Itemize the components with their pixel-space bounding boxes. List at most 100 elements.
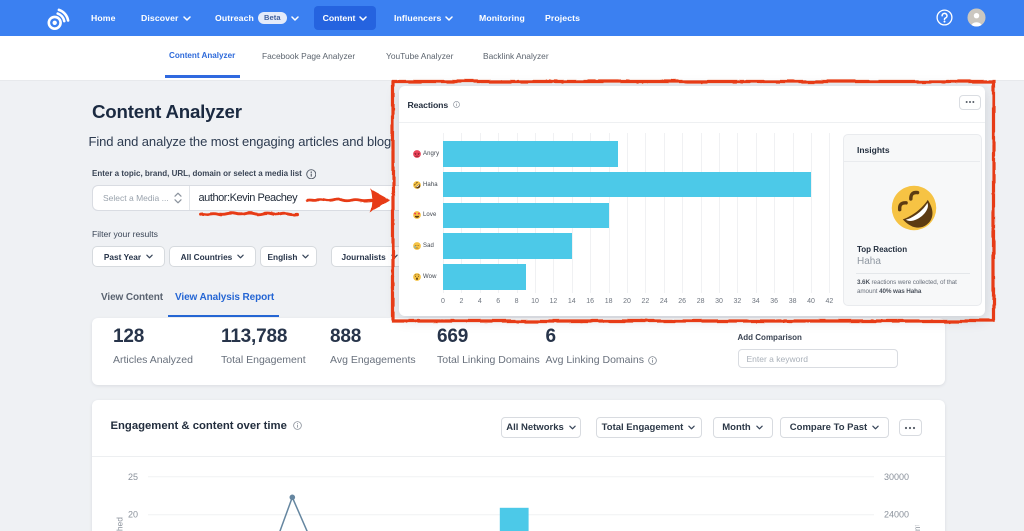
analyzer-tabs-bar: Content Analyzer Facebook Page Analyzer … — [0, 36, 1024, 81]
reaction-bar-wow[interactable] — [443, 264, 526, 290]
engagement-bar[interactable] — [500, 508, 529, 531]
divider — [856, 273, 970, 274]
view-analysis-report-tab[interactable]: View Analysis Report — [175, 292, 274, 303]
top-reaction-label: Top Reaction — [857, 245, 907, 254]
chevron-down-icon — [183, 16, 191, 21]
chevron-down-icon — [291, 16, 299, 21]
reaction-label: Wow — [413, 264, 437, 290]
left-axis-tick: 20 — [128, 510, 138, 520]
x-tick-label: 0 — [441, 298, 445, 305]
stat-articles-analyzed: 128 Articles Analyzed — [113, 327, 193, 366]
nav-item-label: Influencers — [394, 13, 441, 23]
stat-value: 128 — [113, 327, 193, 346]
reactions-bar-chart: 024681012141618202224262830323436384042 … — [399, 118, 843, 315]
reaction-row-angry: Angry — [399, 141, 843, 167]
engagement-chart: 25 20 30000 24000 Articles Published Eng… — [92, 400, 945, 531]
x-tick-label: 18 — [605, 298, 613, 305]
chevron-down-icon — [146, 254, 153, 259]
nav-item-label: Home — [91, 13, 116, 23]
avatar[interactable] — [967, 8, 986, 27]
haha-emoji-large — [891, 185, 937, 231]
help-icon[interactable] — [936, 9, 953, 26]
nav-projects[interactable]: Projects — [545, 0, 580, 36]
top-navigation: Home Discover Outreach Beta Content Infl… — [0, 0, 1024, 36]
nav-content-active[interactable]: Content — [314, 6, 376, 30]
reaction-label: Love — [413, 203, 437, 229]
ellipsis-icon — [965, 100, 975, 104]
reactions-title: Reactions — [408, 100, 461, 110]
chevron-down-icon — [359, 16, 367, 21]
reaction-label-text: Haha — [423, 182, 438, 188]
buzzsumo-logo-icon[interactable] — [40, 6, 70, 32]
reaction-bar-haha[interactable] — [443, 172, 811, 198]
select-updown-icon — [174, 192, 182, 204]
wow-emoji-icon — [413, 273, 421, 281]
nav-item-label: Projects — [545, 13, 580, 23]
nav-item-label: Monitoring — [479, 13, 525, 23]
nav-item-label: Discover — [141, 13, 179, 23]
search-label-text: Enter a topic, brand, URL, domain or sel… — [92, 169, 302, 178]
angry-emoji-icon — [413, 150, 421, 158]
x-tick-label: 24 — [660, 298, 668, 305]
reaction-row-love: Love — [399, 203, 843, 229]
chevron-down-icon — [237, 254, 244, 259]
line-point[interactable] — [290, 495, 296, 501]
search-label: Enter a topic, brand, URL, domain or sel… — [92, 169, 316, 180]
view-content-tab[interactable]: View Content — [101, 292, 163, 303]
add-comparison-input[interactable] — [738, 349, 898, 368]
filter-past-year[interactable]: Past Year — [92, 246, 165, 267]
reaction-bar-sad[interactable] — [443, 233, 572, 259]
reactions-title-text: Reactions — [408, 100, 449, 110]
reaction-label-text: Angry — [423, 151, 439, 157]
nav-home[interactable]: Home — [91, 0, 116, 36]
reaction-bar-angry[interactable] — [443, 141, 618, 167]
insights-title: Insights — [857, 145, 890, 155]
right-axis-tick: 24000 — [884, 510, 909, 520]
page-subtitle: Find and analyze the most engaging artic… — [89, 135, 392, 149]
reaction-label-text: Wow — [423, 274, 437, 280]
reaction-bar-love[interactable] — [443, 203, 609, 229]
right-axis-title: Engagement — [912, 523, 922, 531]
insights-note: amount 40% was Haha — [857, 288, 975, 297]
reaction-label: Angry — [413, 141, 440, 167]
stat-label: Total Engagement — [221, 354, 306, 366]
beta-badge: Beta — [258, 12, 287, 24]
nav-influencers[interactable]: Influencers — [394, 0, 453, 36]
x-tick-label: 40 — [807, 298, 815, 305]
x-tick-label: 36 — [770, 298, 778, 305]
media-list-select[interactable]: Select a Media ... — [93, 186, 190, 210]
filter-label-text: Journalists — [342, 252, 386, 262]
stat-label: Avg Engagements — [330, 354, 416, 366]
top-reaction-value: Haha — [857, 256, 881, 267]
x-tick-label: 22 — [641, 298, 649, 305]
x-tick-label: 20 — [623, 298, 631, 305]
reaction-row-sad: Sad — [399, 233, 843, 259]
stat-total-engagement: 113,788 Total Engagement — [221, 327, 306, 366]
filter-language[interactable]: English — [260, 246, 317, 267]
tab-facebook-page-analyzer[interactable]: Facebook Page Analyzer — [262, 51, 355, 61]
reactions-menu-button[interactable] — [959, 95, 981, 110]
left-axis-tick: 25 — [128, 472, 138, 482]
x-tick-label: 28 — [697, 298, 705, 305]
filter-label: Filter your results — [92, 229, 158, 239]
nav-discover[interactable]: Discover — [141, 0, 191, 36]
reaction-label-text: Sad — [423, 243, 434, 249]
tab-backlink-analyzer[interactable]: Backlink Analyzer — [483, 51, 549, 61]
filter-label-text: English — [268, 252, 298, 262]
reaction-label: Sad — [413, 233, 434, 259]
tab-content-analyzer[interactable]: Content Analyzer — [169, 51, 235, 60]
filter-countries[interactable]: All Countries — [169, 246, 256, 267]
nav-monitoring[interactable]: Monitoring — [479, 0, 525, 36]
x-tick-label: 14 — [568, 298, 576, 305]
media-select-placeholder: Select a Media ... — [103, 193, 174, 203]
x-tick-label: 32 — [733, 298, 741, 305]
engagement-card: Engagement & content over time All Netwo… — [92, 400, 945, 531]
love-emoji-icon — [413, 211, 421, 219]
haha-emoji-icon — [891, 185, 937, 231]
x-tick-label: 12 — [549, 298, 557, 305]
sad-emoji-icon — [413, 242, 421, 250]
stat-value: 6 — [546, 327, 657, 346]
tab-youtube-analyzer[interactable]: YouTube Analyzer — [386, 51, 453, 61]
nav-outreach[interactable]: Outreach Beta — [215, 0, 299, 36]
stat-total-linking-domains: 669 Total Linking Domains — [437, 327, 540, 366]
